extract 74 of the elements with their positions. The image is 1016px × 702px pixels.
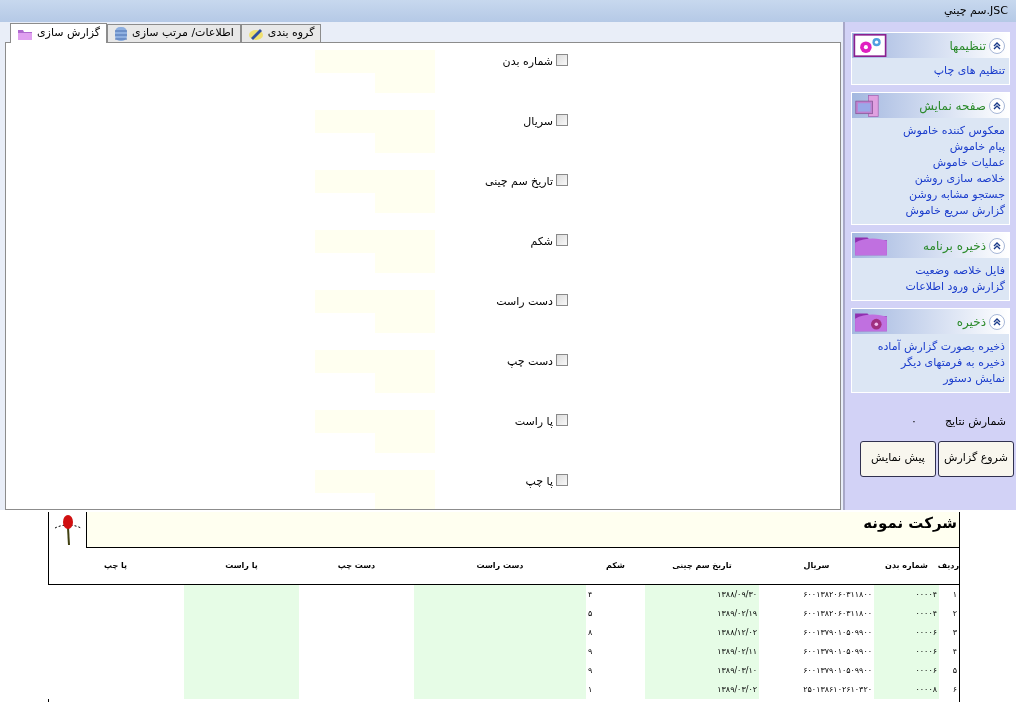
column-header: دست چپ — [336, 560, 377, 572]
table-cell: ۰۰۰۰۴ — [874, 604, 939, 623]
field-label: سریال — [522, 114, 553, 130]
database-icon — [114, 25, 129, 42]
table-cell: ۱۳۸۸/۰۹/۳۰ — [645, 585, 759, 604]
table-cell: ۰۰۰۰۶ — [874, 642, 939, 661]
results-count: ۰ — [911, 414, 917, 430]
collapse-icon[interactable] — [989, 37, 1005, 54]
panel-title: ذخیره برنامه — [923, 237, 986, 255]
table-cell: ۰۰۰۰۶ — [874, 661, 939, 680]
table-cell: ۱۳۸۹/۰۲/۱۱ — [645, 642, 759, 661]
table-cell: ۰۰۰۰۸ — [874, 680, 939, 699]
sidebar-link[interactable]: نمایش دستور — [943, 371, 1005, 387]
field-label: دست راست — [495, 294, 553, 310]
sidebar-link[interactable]: فایل خلاصه وضعیت — [915, 263, 1005, 279]
panel-header[interactable]: تنظیمها — [852, 33, 1009, 58]
field-label: پا چپ — [524, 474, 553, 490]
sidebar-link[interactable]: گزارش ورود اطلاعات — [905, 279, 1005, 295]
field-label: دست چپ — [506, 354, 553, 370]
table-cell: ۱۳۸۹/۰۲/۱۹ — [645, 604, 759, 623]
sidebar-link[interactable]: ذخیره به فرمتهای دیگر — [901, 355, 1005, 371]
checkbox[interactable] — [556, 294, 568, 306]
collapse-icon[interactable] — [989, 237, 1005, 254]
column-header: سریال — [802, 560, 831, 572]
table-cell: ۱۳۸۹/۰۳/۱۰ — [645, 661, 759, 680]
collapse-icon[interactable] — [989, 313, 1005, 330]
tab[interactable]: اطلاعات/ مرتب سازی — [107, 24, 241, 42]
report-title: شرکت نمونه — [863, 513, 958, 534]
checkbox[interactable] — [556, 354, 568, 366]
column-header: پا راست — [224, 560, 259, 572]
field-label: شماره بدن — [501, 54, 553, 70]
checkbox[interactable] — [556, 174, 568, 186]
tab[interactable]: گروه بندی — [240, 24, 322, 42]
window-title: JSC.سم چيني — [943, 3, 1008, 19]
column-header: دست راست — [475, 560, 525, 572]
panel-header[interactable]: ذخیره — [852, 309, 1009, 334]
sidebar-link[interactable]: گزارش سریع خاموش — [905, 203, 1005, 219]
column-header: تاریخ سم چینی — [671, 560, 733, 572]
panel-title: صفحه نمایش — [919, 97, 986, 115]
sidebar-link[interactable]: عملیات خاموش — [932, 155, 1005, 171]
table-cell: ۱۳۸۸/۱۲/۰۲ — [645, 623, 759, 642]
pencil-icon — [247, 26, 264, 41]
column-header: شماره بدن — [884, 560, 929, 572]
panel-header[interactable]: ذخیره برنامه — [852, 233, 1009, 258]
checkbox[interactable] — [556, 414, 568, 426]
field-label: پا راست — [513, 414, 553, 430]
tab[interactable]: گزارش سازی — [10, 23, 108, 43]
column-header: پا چپ — [103, 560, 128, 572]
sidebar-link[interactable]: خلاصه سازی روشن — [914, 171, 1005, 187]
table-cell: ۰۰۰۰۶ — [874, 623, 939, 642]
sidebar-link[interactable]: معکوس کننده خاموش — [903, 123, 1005, 139]
checkbox[interactable] — [556, 54, 568, 66]
collapse-icon[interactable] — [989, 97, 1005, 114]
field-label: شکم — [529, 234, 553, 250]
panel-header[interactable]: صفحه نمایش — [852, 93, 1009, 118]
checkbox[interactable] — [556, 234, 568, 246]
column-header: ردیف — [939, 560, 959, 572]
panel-title: تنظیمها — [949, 37, 986, 55]
input-field[interactable] — [375, 493, 435, 509]
action-button[interactable]: پیش نمایش — [860, 440, 936, 477]
table-cell: ۱۳۸۹/۰۳/۰۲ — [645, 680, 759, 699]
action-button[interactable]: شروع گزارش — [938, 440, 1014, 477]
table-cell: ۰۰۰۰۴ — [874, 585, 939, 604]
field-label: تاریخ سم چینی — [483, 174, 553, 190]
sidebar-link[interactable]: تنظیم های چاپ — [933, 63, 1005, 79]
sidebar-link[interactable]: پیام خاموش — [949, 139, 1005, 155]
panel-title: ذخیره — [956, 313, 986, 331]
sidebar-link[interactable]: ذخیره بصورت گزارش آماده — [877, 339, 1005, 355]
column-header: شکم — [605, 560, 626, 572]
sidebar-link[interactable]: جستجو مشابه روشن — [909, 187, 1005, 203]
checkbox[interactable] — [556, 114, 568, 126]
checkbox[interactable] — [556, 474, 568, 486]
results-label: شمارش نتایج — [944, 414, 1006, 430]
computer-icon — [853, 93, 881, 118]
